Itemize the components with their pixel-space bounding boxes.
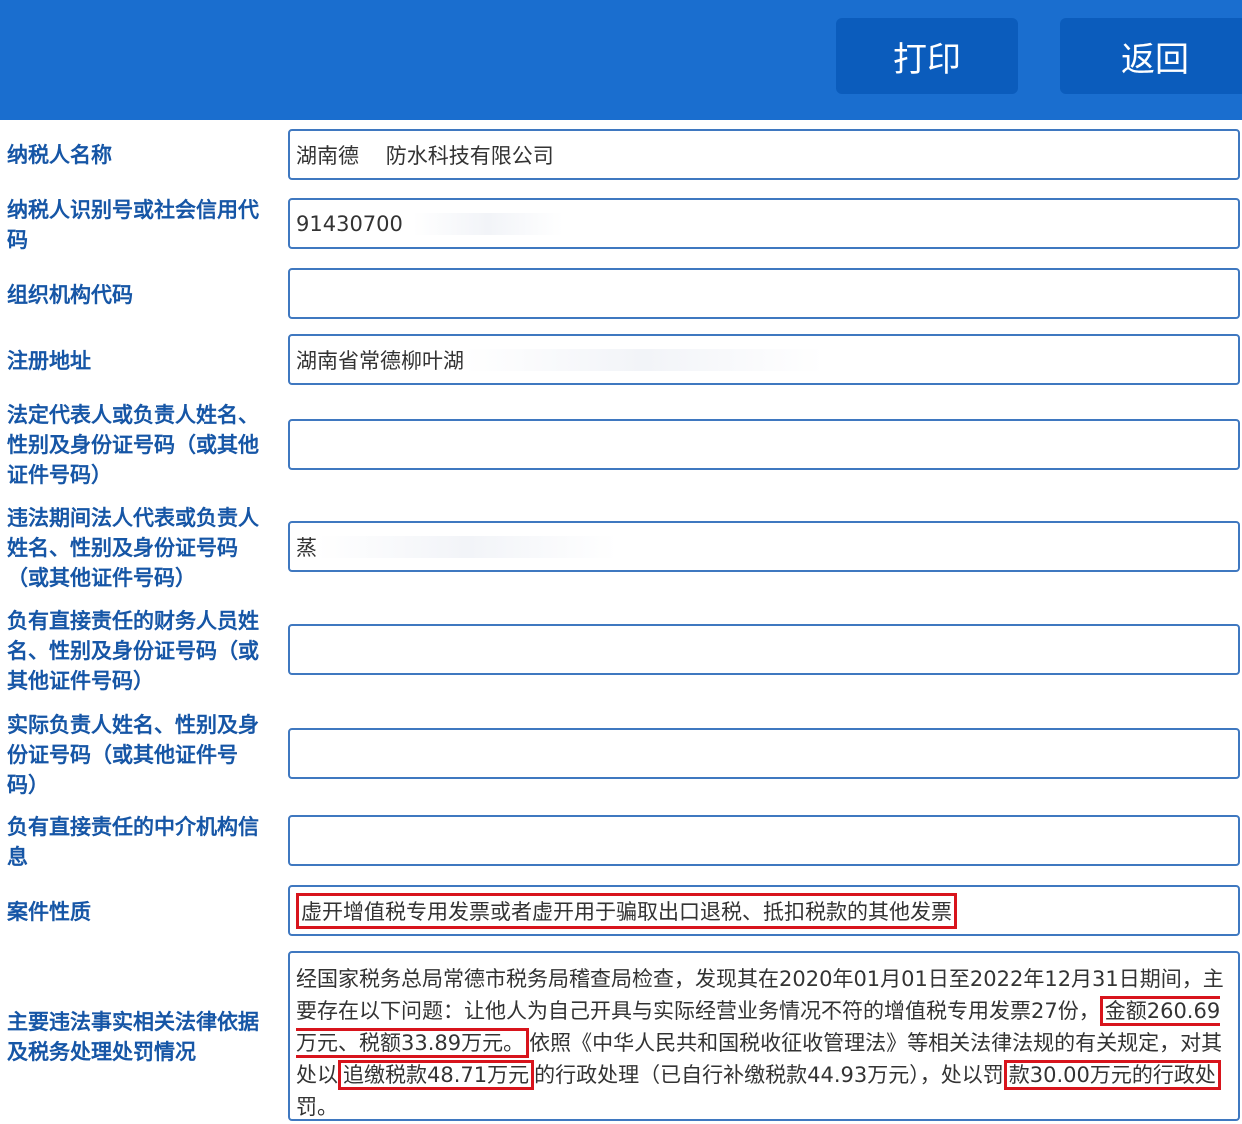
taxpayer-name-label: 纳税人名称 <box>7 143 112 167</box>
back-button[interactable]: 返回 <box>1060 18 1242 94</box>
actual-person-label: 实际负责人姓名、性别及身份证号码（或其他证件号码） <box>7 713 259 797</box>
finance-person-field[interactable] <box>288 624 1240 675</box>
reg-address-field[interactable]: 湖南省常德柳叶湖 <box>288 334 1240 385</box>
reg-address-value: 湖南省常德柳叶湖 <box>296 348 464 373</box>
case-nature-label: 案件性质 <box>7 900 91 924</box>
redacted-mask <box>464 348 824 371</box>
facts-field[interactable]: 经国家税务总局常德市税务局稽查局检查，发现其在2020年01月01日至2022年… <box>288 951 1240 1121</box>
redacted-mask <box>317 535 617 558</box>
case-nature-field[interactable]: 虚开增值税专用发票或者虚开用于骗取出口退税、抵扣税款的其他发票 <box>288 885 1240 936</box>
redacted-mask <box>412 212 563 235</box>
taxpayer-id-value: 91430700 <box>296 211 403 236</box>
facts-text-4: 罚。 <box>296 1095 338 1119</box>
legal-rep-period-value: 蒸 <box>296 535 317 560</box>
legal-rep-period-label: 违法期间法人代表或负责人姓名、性别及身份证号码（或其他证件号码） <box>7 506 259 590</box>
facts-highlight-recovered-tax: 追缴税款48.71万元 <box>338 1060 535 1090</box>
legal-rep-period-field[interactable]: 蒸 <box>288 521 1240 572</box>
agency-info-label: 负有直接责任的中介机构信息 <box>7 815 259 869</box>
facts-text-3: 的行政处理（已自行补缴税款44.93万元），处以罚 <box>534 1063 1004 1087</box>
facts-label: 主要违法事实相关法律依据及税务处理处罚情况 <box>7 1010 259 1064</box>
facts-text-1: 经国家税务总局常德市税务局稽查局检查，发现其在2020年01月01日至2022年… <box>296 967 1224 1023</box>
taxpayer-id-label: 纳税人识别号或社会信用代码 <box>7 198 259 252</box>
top-bar: 打印 返回 <box>0 0 1242 120</box>
agency-info-field[interactable] <box>288 815 1240 866</box>
actual-person-field[interactable] <box>288 728 1240 779</box>
facts-highlight-fine: 款30.00万元的行政处 <box>1003 1060 1221 1090</box>
org-code-label: 组织机构代码 <box>7 283 133 307</box>
org-code-field[interactable] <box>288 268 1240 319</box>
case-nature-value: 虚开增值税专用发票或者虚开用于骗取出口退税、抵扣税款的其他发票 <box>296 892 957 929</box>
finance-person-label: 负有直接责任的财务人员姓名、性别及身份证号码（或其他证件号码） <box>7 609 259 693</box>
taxpayer-name-field[interactable]: 湖南德 防水科技有限公司 <box>288 129 1240 180</box>
reg-address-label: 注册地址 <box>7 349 91 373</box>
legal-rep-label: 法定代表人或负责人姓名、性别及身份证号码（或其他证件号码） <box>7 403 259 487</box>
legal-rep-field[interactable] <box>288 419 1240 470</box>
print-button[interactable]: 打印 <box>836 18 1018 94</box>
taxpayer-id-field[interactable]: 91430700 <box>288 198 1240 249</box>
taxpayer-name-value: 湖南德 防水科技有限公司 <box>296 143 554 168</box>
